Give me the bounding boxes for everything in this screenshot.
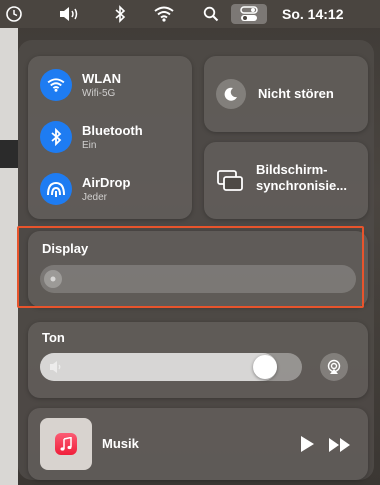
airplay-audio-icon (327, 359, 341, 374)
bluetooth-icon[interactable] (112, 4, 128, 24)
search-icon[interactable] (202, 4, 220, 24)
wlan-title: WLAN (82, 70, 121, 86)
screen-mirroring-icon (216, 168, 244, 194)
do-not-disturb-label: Nicht stören (258, 86, 334, 101)
airdrop-text: AirDrop Jeder (82, 175, 130, 204)
volume-icon[interactable] (58, 4, 80, 24)
wlan-text: WLAN Wifi-5G (82, 71, 121, 100)
airdrop-icon (40, 173, 72, 205)
bluetooth-title: Bluetooth (82, 122, 143, 138)
bluetooth-subtitle: Ein (82, 139, 97, 151)
background-window-edge (0, 28, 18, 485)
airdrop-toggle[interactable]: AirDrop Jeder (40, 172, 130, 206)
screen-mirroring-label-line2: synchronisie... (256, 178, 348, 193)
screen-mirroring-label-line1: Bildschirm- (256, 162, 328, 177)
bluetooth-toggle[interactable]: Bluetooth Ein (40, 120, 143, 154)
fast-forward-button[interactable] (328, 437, 352, 453)
music-label: Musik (102, 436, 139, 451)
speaker-icon (48, 359, 66, 375)
wifi-icon (40, 69, 72, 101)
control-center-icon[interactable] (231, 4, 267, 24)
wifi-icon[interactable] (153, 4, 175, 24)
music-app-icon (55, 433, 77, 455)
menu-bar-datetime[interactable]: So. 14:12 (282, 4, 343, 24)
fast-forward-icon (329, 438, 350, 452)
wlan-subtitle: Wifi-5G (82, 87, 116, 99)
volume-slider-fill (40, 353, 277, 381)
clock-icon[interactable] (4, 4, 24, 24)
bluetooth-icon (40, 121, 72, 153)
airplay-audio-button[interactable] (320, 353, 348, 381)
wlan-toggle[interactable]: WLAN Wifi-5G (40, 68, 121, 102)
menu-bar: So. 14:12 (0, 0, 380, 28)
screen-mirroring-label: Bildschirm- synchronisie... (256, 162, 364, 194)
play-button[interactable] (298, 435, 316, 453)
sound-label: Ton (42, 330, 65, 345)
moon-icon (216, 79, 246, 109)
bluetooth-text: Bluetooth Ein (82, 123, 143, 152)
airdrop-subtitle: Jeder (82, 191, 108, 203)
play-icon (301, 436, 314, 452)
background-window-dark-strip (0, 140, 18, 168)
airdrop-title: AirDrop (82, 174, 131, 190)
album-artwork[interactable] (40, 418, 92, 470)
display-highlight-box (17, 226, 364, 308)
volume-slider-knob[interactable] (252, 355, 277, 379)
